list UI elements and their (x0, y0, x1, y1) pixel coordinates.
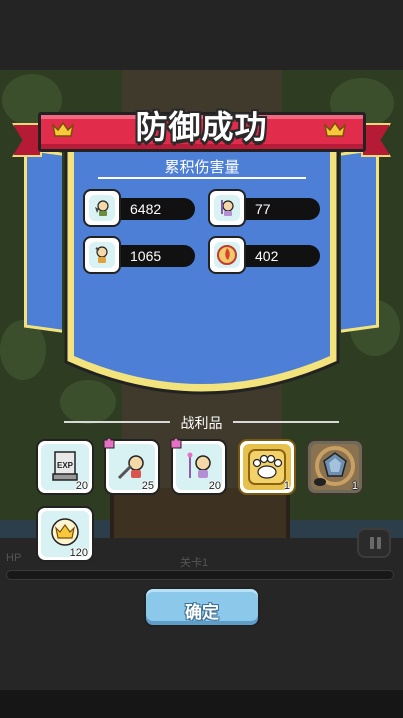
loot-item[interactable]: EXP 20 (36, 439, 94, 495)
confirm-button-label: 确定 (185, 603, 219, 622)
item-count: 1 (283, 480, 290, 492)
hp-progress-bar (6, 570, 394, 580)
left-banner-flag (24, 147, 62, 333)
damage-value: 77 (255, 201, 271, 217)
damage-subtitle: 累积伤害量 (164, 159, 240, 176)
damage-stat: 6482 (83, 189, 195, 227)
fire-target-icon (217, 245, 237, 265)
loot-item[interactable]: 120 (36, 506, 94, 562)
damage-stat: 1065 (83, 236, 195, 274)
pause-button[interactable] (357, 528, 391, 558)
damage-value: 1065 (130, 248, 162, 264)
item-count: 120 (69, 547, 88, 559)
loot-title: 战利品 (180, 415, 223, 431)
loot-item[interactable]: 1 (306, 439, 364, 495)
puzzle-piece-icon (103, 437, 115, 449)
right-banner-flag (341, 147, 379, 333)
bottom-strip (0, 690, 403, 718)
runner-unit-icon (95, 246, 108, 263)
damage-value: 6482 (130, 201, 162, 217)
item-count: 20 (75, 480, 88, 492)
item-count: 1 (351, 480, 358, 492)
damage-stat: 77 (208, 189, 320, 227)
result-panel: 防御成功 累积伤害量 6482 77 1065 402 (0, 0, 403, 420)
item-count: 25 (141, 480, 154, 492)
loot-item[interactable]: 25 (103, 437, 160, 495)
item-count: 20 (208, 480, 221, 492)
svg-text:EXP: EXP (57, 461, 74, 470)
level-label: 关卡1 (180, 557, 209, 569)
subtitle-divider (98, 177, 306, 179)
puzzle-piece-icon (170, 437, 182, 449)
hp-label: HP (6, 552, 22, 564)
loot-item[interactable]: 20 (170, 437, 227, 495)
page-title: 防御成功 (135, 109, 268, 145)
archer-unit-icon (95, 200, 109, 216)
confirm-button[interactable]: 确定 (144, 587, 260, 627)
mage-unit-icon (221, 200, 234, 216)
loot-item[interactable]: 1 (238, 439, 296, 495)
damage-value: 402 (255, 248, 279, 264)
damage-stat: 402 (208, 236, 320, 274)
